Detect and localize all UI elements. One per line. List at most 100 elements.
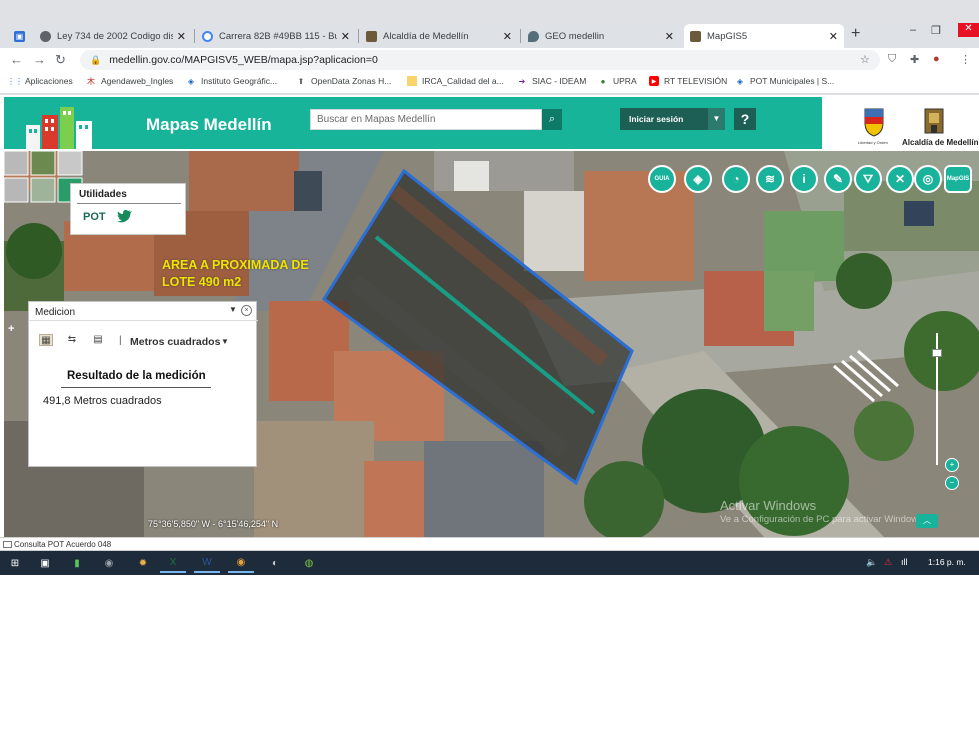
- wifi-icon[interactable]: ıll: [901, 557, 908, 567]
- clock[interactable]: 1:16 p. m.: [928, 557, 966, 567]
- tab-geo-medellin[interactable]: GEO medellin ✕: [522, 24, 680, 48]
- window-close-button[interactable]: ✕: [958, 23, 979, 37]
- pinned-tab[interactable]: ▣: [8, 24, 32, 48]
- photos-icon[interactable]: ▣: [32, 553, 58, 573]
- chart-button[interactable]: ◔: [722, 165, 750, 193]
- tab-separator: [520, 29, 521, 43]
- paint-icon[interactable]: ✹: [130, 553, 156, 573]
- zoom-slider[interactable]: [932, 329, 942, 469]
- close-icon[interactable]: ×: [241, 305, 252, 316]
- close-icon[interactable]: ✕: [341, 30, 350, 43]
- apps-grid-icon: ⋮⋮: [7, 76, 23, 86]
- star-icon[interactable]: ☆: [860, 53, 870, 66]
- help-button[interactable]: ?: [734, 108, 756, 130]
- activation-watermark-title: Activar Windows: [720, 498, 817, 513]
- chevron-down-icon[interactable]: ▼: [221, 337, 229, 346]
- tab-strip: ▣ Ley 734 de 2002 Codigo discip ✕ Carrer…: [0, 22, 979, 48]
- menu-kebab-icon[interactable]: ⋮: [960, 53, 971, 66]
- tab-mapgis5[interactable]: MapGIS5 ✕: [684, 24, 844, 48]
- medicion-title: Medicion: [35, 307, 76, 318]
- zoom-thumb[interactable]: [932, 349, 942, 357]
- close-icon[interactable]: ✕: [665, 30, 674, 43]
- opendata-icon: ⬆: [297, 76, 305, 86]
- bookmark-igac[interactable]: ◈ Instituto Geográfic...: [186, 76, 277, 86]
- bucket-button[interactable]: ⛛: [854, 165, 882, 193]
- forward-icon[interactable]: →: [33, 52, 46, 67]
- excel-icon[interactable]: X: [160, 553, 186, 573]
- pot-link[interactable]: POT: [83, 211, 106, 223]
- draw-button[interactable]: ✎: [824, 165, 852, 193]
- scroll-up-button[interactable]: ︿: [916, 514, 938, 528]
- units-select[interactable]: Metros cuadrados: [130, 336, 220, 348]
- map-search-button[interactable]: ⌕: [542, 109, 562, 130]
- location-measure-icon[interactable]: ▤: [91, 334, 105, 346]
- browser-toolbar: ← → ↻ 🔒 medellin.gov.co/MAPGISV5_WEB/map…: [0, 48, 979, 72]
- chevron-down-icon[interactable]: ▼: [229, 305, 237, 314]
- tab-alcaldia[interactable]: Alcaldía de Medellín ✕: [360, 24, 518, 48]
- cursor-coordinates: 75°36'5,850" W - 6°15'46,254" N: [148, 519, 279, 529]
- area-measure-icon[interactable]: ▦: [39, 334, 53, 346]
- new-tab-button[interactable]: +: [851, 25, 860, 43]
- zoom-out-button[interactable]: −: [945, 476, 959, 490]
- map-annotation: AREA A PROXIMADA DE LOTE 490 m2: [162, 258, 309, 289]
- close-icon[interactable]: ✕: [503, 30, 512, 43]
- login-dropdown-caret[interactable]: ▼: [708, 108, 725, 130]
- extensions-icon[interactable]: ✚: [910, 53, 919, 66]
- address-bar[interactable]: 🔒 medellin.gov.co/MAPGISV5_WEB/mapa.jsp?…: [80, 50, 880, 70]
- bookmark-aplicaciones[interactable]: ⋮⋮ Aplicaciones: [7, 76, 73, 86]
- chrome-gray-icon[interactable]: ◉: [96, 553, 122, 573]
- reload-icon[interactable]: ↻: [55, 52, 66, 68]
- tab-ley-734[interactable]: Ley 734 de 2002 Codigo discip ✕: [34, 24, 192, 48]
- word-icon[interactable]: W: [194, 553, 220, 573]
- bookmark-upra[interactable]: ● UPRA: [598, 76, 637, 86]
- expand-panel-button[interactable]: +: [8, 323, 22, 337]
- shield-icon[interactable]: ⛉: [888, 53, 896, 66]
- alcaldia-icon: [690, 30, 701, 42]
- qgis-icon[interactable]: ◍: [296, 553, 322, 573]
- bookmark-agendaweb[interactable]: 木 Agendaweb_Ingles: [86, 76, 173, 86]
- locate-button[interactable]: ◎: [914, 165, 942, 193]
- zoom-in-button[interactable]: +: [945, 458, 959, 472]
- globe-icon: [40, 30, 51, 42]
- utilidades-panel: Utilidades POT: [70, 183, 186, 235]
- bookmark-irca[interactable]: IRCA_Calidad del a...: [407, 76, 504, 86]
- map-pin-button[interactable]: ◈: [684, 165, 712, 193]
- tools-button[interactable]: ✕: [886, 165, 914, 193]
- disk-icon[interactable]: ◐: [262, 553, 288, 573]
- chrome-icon[interactable]: ◉: [228, 553, 254, 573]
- alcaldia-logo-icon: [924, 108, 944, 134]
- tab-google-search[interactable]: Carrera 82B #49BB 115 - Busca ✕: [196, 24, 356, 48]
- mail-icon: ▣: [14, 30, 25, 42]
- screen: ▣ Ley 734 de 2002 Codigo discip ✕ Carrer…: [0, 0, 979, 575]
- speaker-icon[interactable]: 🔈: [866, 557, 877, 568]
- minimize-button[interactable]: –: [910, 24, 916, 36]
- login-button[interactable]: Iniciar sesión: [620, 108, 708, 130]
- bookmark-rt-television[interactable]: ▶ RT TELEVISIÓN: [649, 76, 727, 86]
- bookmarks-bar: ⋮⋮ Aplicaciones 木 Agendaweb_Ingles ◈ Ins…: [0, 72, 979, 94]
- alcaldia-icon: [366, 30, 377, 42]
- start-icon[interactable]: ⊞: [2, 553, 28, 573]
- bookmark-opendata[interactable]: ⬆ OpenData Zonas H...: [296, 76, 392, 86]
- layers-button[interactable]: ≋: [756, 165, 784, 193]
- map-search-input[interactable]: Buscar en Mapas Medellín: [310, 109, 542, 130]
- map-canvas[interactable]: Utilidades POT AREA A PROXIMADA DE LOTE …: [4, 151, 979, 537]
- divider: [77, 203, 181, 204]
- files-icon[interactable]: ▮: [64, 553, 90, 573]
- close-icon[interactable]: ✕: [177, 30, 186, 43]
- mapgis-button[interactable]: MapGIS: [944, 165, 972, 193]
- guia-button[interactable]: GUIA: [648, 165, 676, 193]
- network-alert-icon[interactable]: ⚠: [884, 557, 892, 568]
- info-button[interactable]: i: [790, 165, 818, 193]
- back-icon[interactable]: ←: [10, 52, 23, 67]
- alcaldia-label: Alcaldía de Medellín: [902, 138, 979, 147]
- youtube-icon: ▶: [649, 76, 659, 86]
- bookmark-siac[interactable]: ➔ SIAC - IDEAM: [517, 76, 587, 86]
- mapas-medellin-logo: [26, 107, 92, 149]
- distance-measure-icon[interactable]: ⇆: [65, 334, 79, 346]
- profile-avatar-icon[interactable]: ●: [933, 53, 940, 65]
- bookmark-pot[interactable]: ◈ POT Municipales | S...: [735, 76, 834, 86]
- restore-button[interactable]: ❐: [931, 24, 941, 37]
- page-content: Mapas Medellín Buscar en Mapas Medellín …: [0, 95, 979, 537]
- close-icon[interactable]: ✕: [829, 30, 838, 43]
- page-icon: [3, 541, 12, 548]
